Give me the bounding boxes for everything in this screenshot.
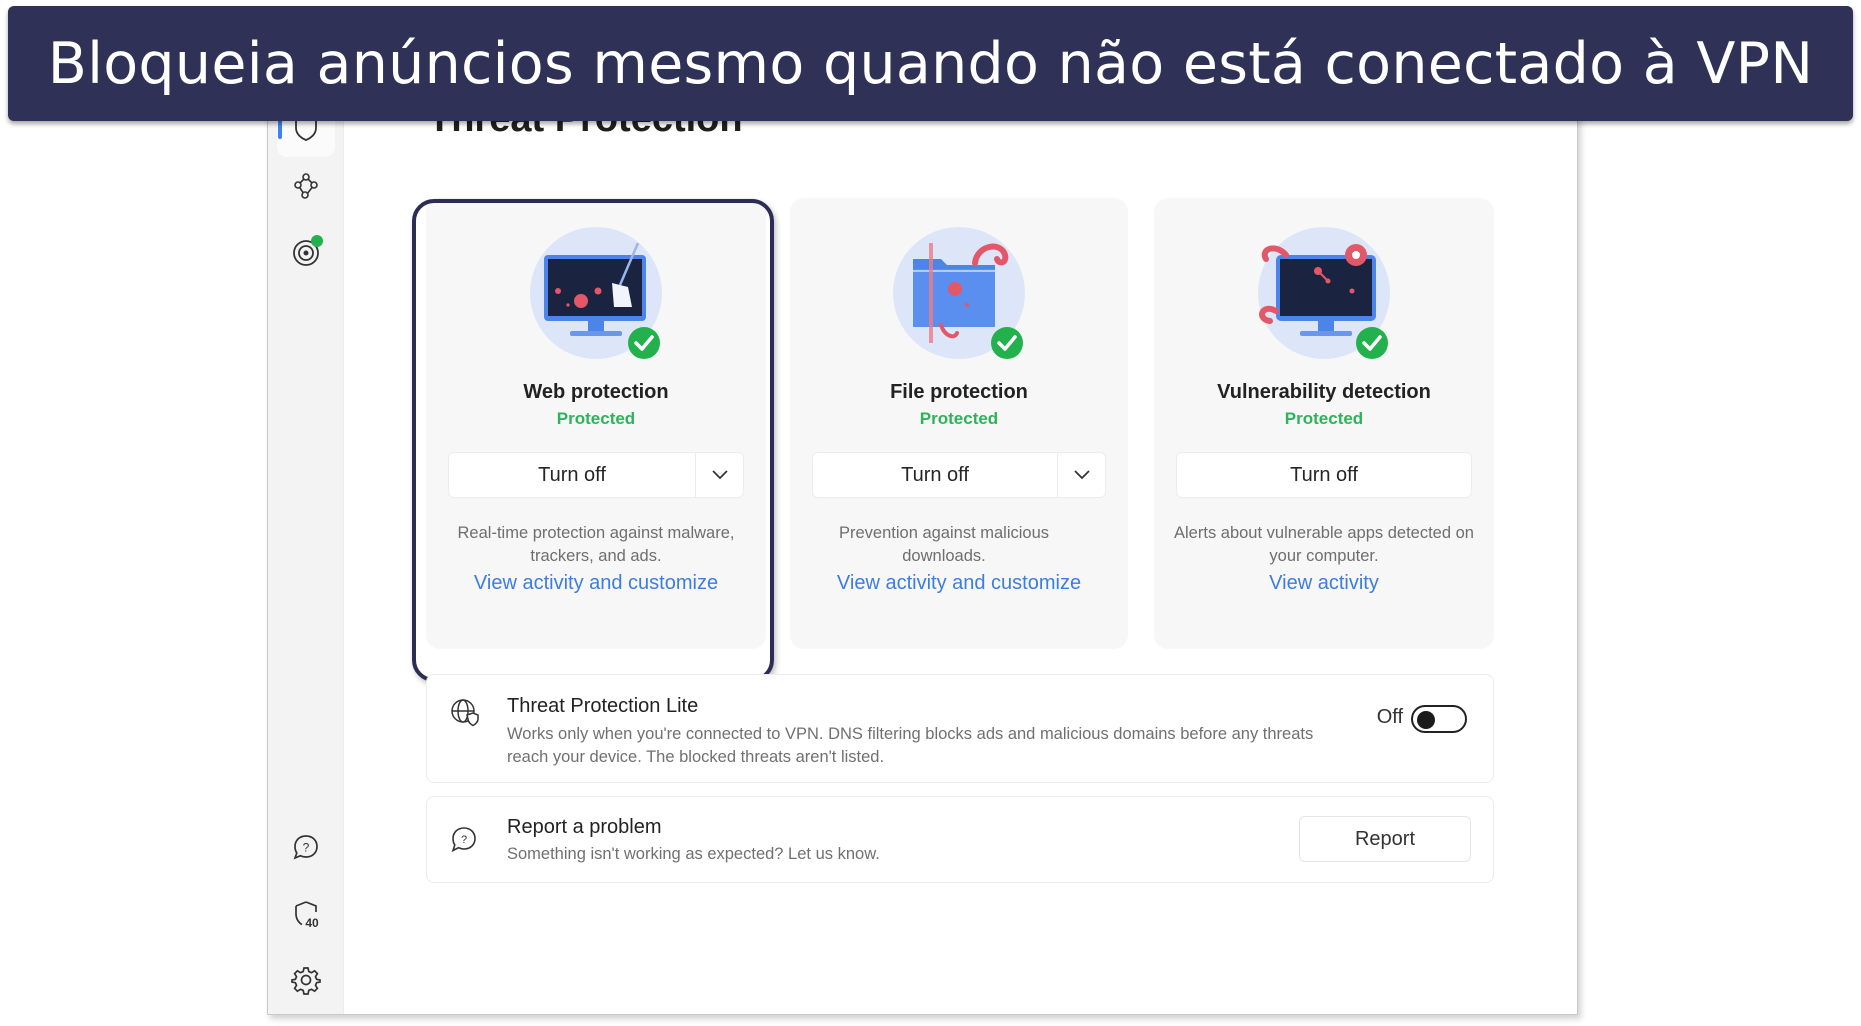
threat-protection-lite-row: Threat Protection Lite Works only when y… bbox=[426, 674, 1494, 783]
svg-text:?: ? bbox=[303, 841, 310, 855]
card-title: Web protection bbox=[523, 381, 669, 403]
sidebar-item-help[interactable]: ? bbox=[277, 818, 335, 876]
row-title: Report a problem bbox=[507, 816, 662, 838]
caption-banner: Bloqueia anúncios mesmo quando não está … bbox=[8, 6, 1853, 121]
card-title: File protection bbox=[890, 381, 1028, 403]
gear-icon bbox=[291, 967, 321, 995]
web-protection-card: Web protection Protected Turn off Real-t… bbox=[426, 198, 766, 649]
card-title: Vulnerability detection bbox=[1217, 381, 1431, 403]
report-button[interactable]: Report bbox=[1299, 816, 1471, 862]
meshnet-icon bbox=[294, 173, 318, 199]
chevron-down-icon bbox=[1073, 470, 1090, 480]
threat-protection-lite-toggle[interactable] bbox=[1411, 705, 1467, 733]
app-window: Threat Protection ? 40 bbox=[267, 96, 1578, 1015]
file-protection-card: File protection Protected Turn off Preve… bbox=[790, 198, 1128, 649]
sidebar-item-dark-web-monitor[interactable] bbox=[277, 223, 335, 281]
card-description: Alerts about vulnerable apps detected on… bbox=[1174, 524, 1474, 565]
count-badge: 40 bbox=[305, 916, 319, 930]
row-description: Works only when you're connected to VPN.… bbox=[507, 725, 1314, 766]
sidebar-item-protection-count[interactable]: 40 bbox=[277, 885, 335, 943]
turn-off-button[interactable]: Turn off bbox=[449, 453, 695, 497]
toggle-label: Off bbox=[1376, 706, 1403, 728]
dropdown-toggle[interactable] bbox=[695, 453, 743, 497]
globe-shield-icon bbox=[451, 699, 479, 727]
monitor-broom-icon bbox=[530, 227, 662, 359]
view-activity-link[interactable]: View activity and customize bbox=[426, 572, 766, 595]
turn-off-button-wrapper: Turn off bbox=[1176, 452, 1472, 498]
dropdown-toggle[interactable] bbox=[1057, 453, 1105, 497]
vulnerability-detection-card: Vulnerability detection Protected Turn o… bbox=[1154, 198, 1494, 649]
svg-text:?: ? bbox=[461, 834, 467, 846]
sidebar-item-settings[interactable] bbox=[277, 951, 335, 1009]
status-badge: Protected bbox=[1284, 409, 1364, 428]
status-badge: Protected bbox=[556, 409, 636, 428]
turn-off-split-button: Turn off bbox=[812, 452, 1106, 498]
row-description: Something isn't working as expected? Let… bbox=[507, 845, 880, 863]
help-chat-icon: ? bbox=[451, 827, 476, 853]
caption-text: Bloqueia anúncios mesmo quando não está … bbox=[47, 30, 1814, 97]
help-chat-icon: ? bbox=[293, 835, 318, 860]
turn-off-button[interactable]: Turn off bbox=[1177, 453, 1471, 497]
sidebar-item-meshnet[interactable] bbox=[277, 157, 335, 215]
status-dot bbox=[311, 235, 323, 247]
turn-off-button[interactable]: Turn off bbox=[813, 453, 1057, 497]
turn-off-split-button: Turn off bbox=[448, 452, 744, 498]
folder-tentacle-icon bbox=[893, 227, 1025, 359]
report-problem-row: ? Report a problem Something isn't worki… bbox=[426, 796, 1494, 883]
view-activity-link[interactable]: View activity and customize bbox=[790, 572, 1128, 595]
shield-count-icon: 40 bbox=[295, 901, 319, 930]
view-activity-link[interactable]: View activity bbox=[1154, 572, 1494, 595]
row-title: Threat Protection Lite bbox=[507, 695, 699, 717]
status-badge: Protected bbox=[919, 409, 999, 428]
card-description: Prevention against malicious downloads. bbox=[838, 524, 1050, 565]
card-description: Real-time protection against malware, tr… bbox=[457, 524, 735, 565]
monitor-virus-icon bbox=[1258, 227, 1390, 359]
toggle-knob bbox=[1417, 711, 1435, 729]
chevron-down-icon bbox=[711, 470, 728, 480]
sidebar: ? 40 bbox=[268, 97, 344, 1014]
